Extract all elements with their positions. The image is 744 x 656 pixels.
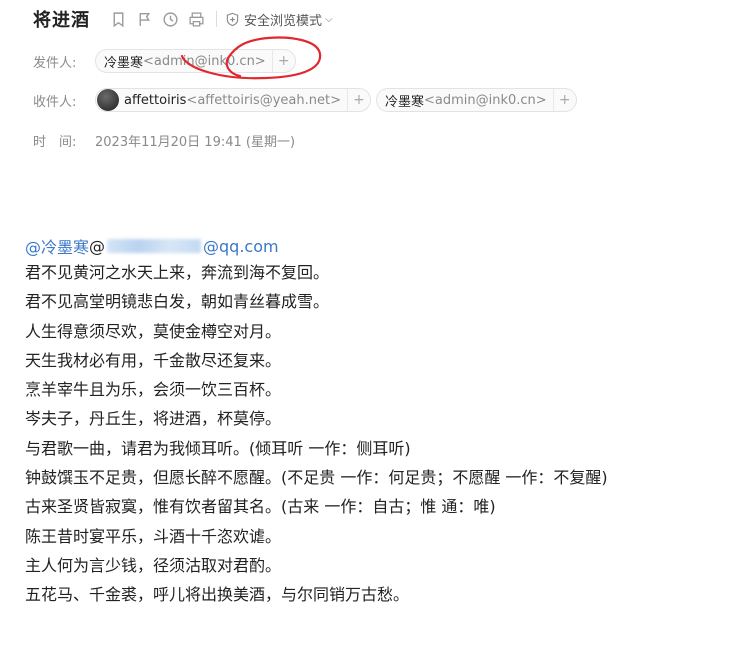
poem-text: 君不见黄河之水天上来，奔流到海不复回。 君不见高堂明镜悲白发，朝如青丝暮成雪。 人生… [25,258,735,610]
shield-icon [226,12,239,26]
sender-chip[interactable]: 冷墨寒 <admin@ink0.cn> + [95,49,296,73]
sender-row: 发件人: 冷墨寒 <admin@ink0.cn> + [33,49,301,73]
time-label: 时 间: [33,135,77,150]
mention-at: @ [89,236,106,256]
header-bar: 将进酒 安全浏览模式 ⌵ [33,6,333,32]
poem-line: 君不见黄河之水天上来，奔流到海不复回。 [25,263,330,282]
recipient-address: <affettoiris@yeah.net> [186,92,341,108]
redacted-email [107,239,202,253]
mention-email-domain[interactable]: @qq.com [203,237,279,256]
add-contact-icon[interactable]: + [552,89,576,111]
toolbar-divider [216,11,217,27]
time-row: 时 间: 2023年11月20日 19:41 (星期一) [33,131,295,150]
clock-icon[interactable] [160,9,180,29]
safe-mode-label: 安全浏览模式 [244,13,323,29]
poem-line: 岑夫子，丹丘生，将进酒，杯莫停。 [25,409,282,429]
poem-line: 君不见高堂明镜悲白发，朝如青丝暮成雪。 [25,292,330,312]
bookmark-icon[interactable] [108,9,128,29]
flag-icon[interactable] [134,9,154,29]
recipient-chip[interactable]: 冷墨寒 <admin@ink0.cn> + [375,88,577,112]
poem-line: 与君歌一曲，请君为我倾耳听。(倾耳听 一作：侧耳听) [25,438,411,458]
sender-name: 冷墨寒 [104,55,144,71]
add-contact-icon[interactable]: + [271,50,295,72]
mention-link[interactable]: @冷墨寒 [25,234,89,258]
print-icon[interactable] [186,9,206,29]
sender-label: 发件人: [33,55,77,71]
poem-line: 烹羊宰牛且为乐，会须一饮三百杯。 [25,380,282,400]
poem-line: 五花马、千金裘，呼儿将出换美酒，与尔同销万古愁。 [25,585,410,605]
recipient-name: affettoiris [124,92,187,108]
add-contact-icon[interactable]: + [346,89,370,111]
recipient-chip[interactable]: affettoiris <affettoiris@yeah.net> + [95,88,371,112]
poem-line: 人生得意须尽欢，莫使金樽空对月。 [25,321,282,341]
safe-mode-dropdown[interactable]: 安全浏览模式 ⌵ [225,10,333,29]
mention-line: @冷墨寒 @ @qq.com [25,234,735,258]
poem-line: 陈王昔时宴平乐，斗酒十千恣欢谑。 [25,526,282,546]
recipient-row: 收件人: affettoiris <affettoiris@yeah.net> … [33,88,582,112]
poem-line: 主人何为言少钱，径须沽取对君酌。 [25,555,282,575]
sent-time: 2023年11月20日 19:41 (星期一) [95,135,296,150]
poem-line: 古来圣贤皆寂寞，惟有饮者留其名。(古来 一作：自古；惟 通：唯) [25,497,496,517]
mail-subject: 将进酒 [33,10,90,31]
poem-line: 天生我材必有用，千金散尽还复来。 [25,350,282,370]
chevron-down-icon: ⌵ [325,13,333,25]
mail-body: @冷墨寒 @ @qq.com 君不见黄河之水天上来，奔流到海不复回。 君不见高堂明… [25,234,735,610]
sender-address: <admin@ink0.cn> [143,53,266,69]
recipient-address: <admin@ink0.cn> [424,92,547,108]
recipient-name: 冷墨寒 [384,94,424,110]
recipient-label: 收件人: [33,94,77,110]
avatar [97,89,119,111]
poem-line: 钟鼓馔玉不足贵，但愿长醉不愿醒。(不足贵 一作：何足贵；不愿醒 一作：不复醒) [25,468,608,488]
